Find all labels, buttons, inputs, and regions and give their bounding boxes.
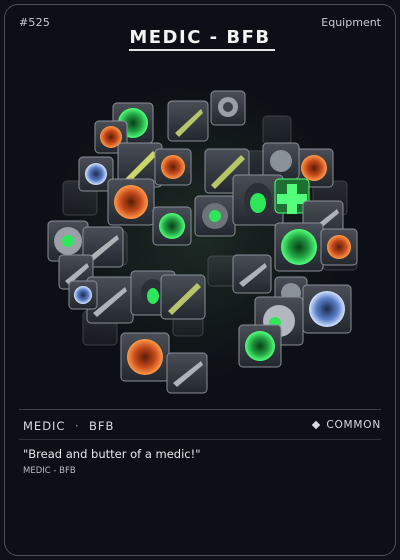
rarity-label: COMMON	[326, 419, 381, 431]
card-meta-row: MEDIC · BFB COMMON	[23, 419, 381, 437]
tile-blue-gem	[302, 284, 352, 334]
divider	[19, 439, 381, 440]
tile-grenade	[262, 142, 300, 180]
tile-grenade	[194, 195, 236, 237]
tile-rifle	[166, 352, 208, 394]
flavor-text: "Bread and butter of a medic!"	[23, 447, 201, 461]
equipment-card: #525 Equipment MEDIC - BFB MEDIC · BFB C…	[4, 4, 396, 556]
card-title: MEDIC - BFB	[129, 27, 271, 48]
tile-helmet-top	[210, 90, 246, 126]
tile-orange-gem	[320, 228, 358, 266]
tile-orange-gem	[107, 178, 155, 226]
tile-rifle	[232, 254, 272, 294]
tile-green-gem	[152, 206, 192, 246]
tile-orange-gem	[120, 332, 170, 382]
equipment-collage-image	[13, 61, 387, 401]
tile-green-gem	[274, 222, 324, 272]
tile-blade	[167, 100, 209, 142]
tile-blue-gem	[68, 280, 98, 310]
diamond-icon	[311, 420, 321, 430]
card-subname: BFB	[89, 419, 115, 433]
name-separator: ·	[75, 419, 80, 433]
tile-orange-gem	[154, 148, 192, 186]
tile-green-gem	[238, 324, 282, 368]
tile-blade	[160, 274, 206, 320]
collage-svg	[47, 81, 358, 394]
card-name: MEDIC	[23, 419, 66, 433]
divider	[19, 409, 381, 410]
title-underline	[129, 49, 275, 51]
flavor-source: MEDIC - BFB	[23, 466, 76, 476]
